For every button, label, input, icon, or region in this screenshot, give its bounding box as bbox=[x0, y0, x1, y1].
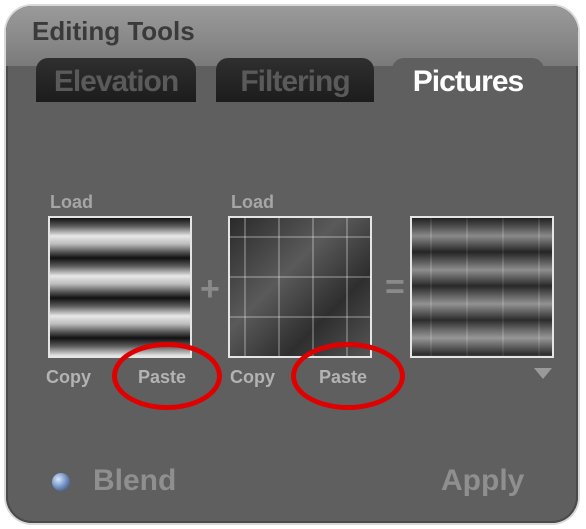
tab-filtering[interactable]: Filtering bbox=[216, 58, 374, 102]
copy-button-second[interactable]: Copy bbox=[230, 367, 275, 388]
picture-slot-second[interactable] bbox=[228, 216, 372, 358]
copy-button-first[interactable]: Copy bbox=[46, 367, 91, 388]
radio-dot-icon[interactable] bbox=[52, 473, 70, 491]
load-button-first[interactable]: Load bbox=[50, 192, 93, 213]
panel-title: Editing Tools bbox=[32, 16, 195, 46]
stripes-image bbox=[50, 218, 190, 356]
blend-toggle[interactable]: Blend bbox=[93, 464, 176, 498]
plus-icon: + bbox=[200, 270, 220, 308]
result-image bbox=[412, 218, 552, 356]
apply-button[interactable]: Apply bbox=[441, 464, 524, 498]
load-button-second[interactable]: Load bbox=[231, 192, 274, 213]
equals-icon: = bbox=[385, 268, 405, 306]
tab-pictures[interactable]: Pictures bbox=[392, 58, 544, 102]
tab-elevation[interactable]: Elevation bbox=[36, 58, 196, 102]
paste-button-second[interactable]: Paste bbox=[319, 367, 367, 388]
picture-result bbox=[410, 216, 554, 358]
paste-button-first[interactable]: Paste bbox=[138, 367, 186, 388]
chevron-down-icon[interactable] bbox=[534, 368, 552, 379]
picture-slot-first[interactable] bbox=[48, 216, 192, 358]
circuit-image bbox=[230, 218, 370, 356]
